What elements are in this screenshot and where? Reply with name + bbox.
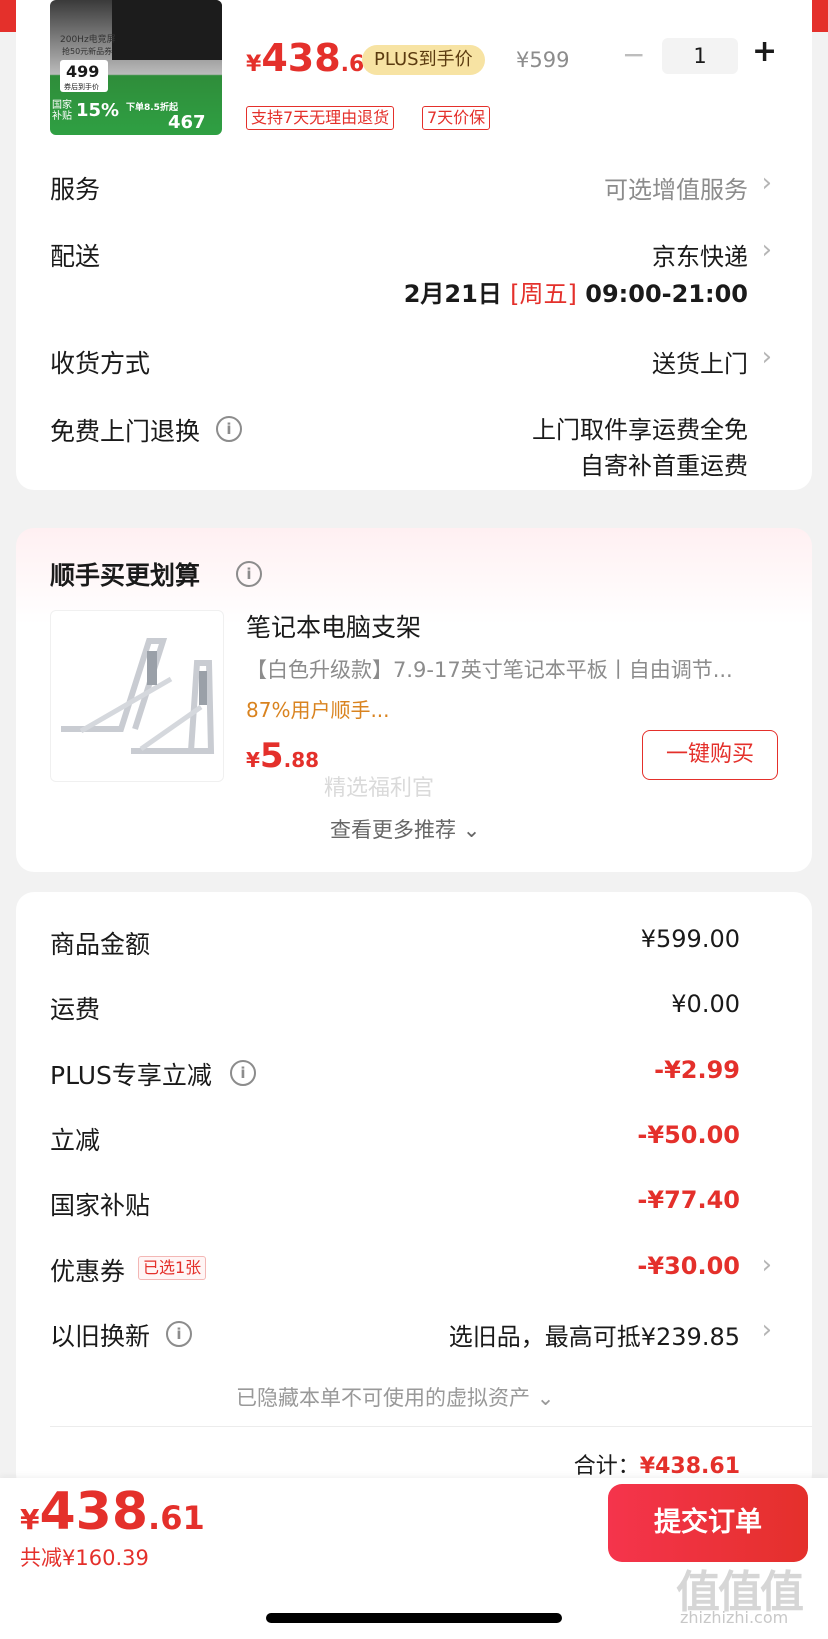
summary-chevron-icon[interactable]: › <box>762 1315 772 1345</box>
summary-row-value: -¥77.40 <box>637 1186 740 1215</box>
delivery-label: 配送 <box>50 242 101 271</box>
footer-saved-amount: 共减¥160.39 <box>20 1546 149 1570</box>
delivery-date: 2月21日 <box>403 280 502 308</box>
product-price: ¥438.61 <box>246 36 380 80</box>
quantity-input[interactable]: 1 <box>662 38 738 74</box>
site-url: zhizhizhi.com <box>680 1608 789 1627</box>
hidden-assets-link[interactable]: 已隐藏本单不可使用的虚拟资产 ⌄ <box>236 1382 554 1412</box>
thumb-price: 499 <box>66 62 100 81</box>
summary-row-label: 商品金额 <box>50 930 151 959</box>
price-currency: ¥ <box>246 52 262 77</box>
summary-row-label: 国家补贴 <box>50 1191 151 1221</box>
plus-price-badge: PLUS到手价 <box>362 45 485 75</box>
bundle-item-price: ¥5.88 <box>246 736 319 776</box>
hidden-assets-chevron-down-icon: ⌄ <box>536 1386 555 1410</box>
thumb-price-box: 499 券后到手价 <box>60 60 108 92</box>
thumb-text-2: 抢50元新品券 <box>62 47 113 56</box>
delivery-time: 2月21日 [周五] 09:00-21:00 <box>404 274 748 309</box>
summary-row-value[interactable]: 选旧品，最高可抵¥239.85 <box>449 1317 740 1352</box>
receive-method-label: 收货方式 <box>50 349 151 378</box>
free-return-info-icon[interactable]: i <box>216 416 242 442</box>
thumb-subsidy-rate: 15% <box>76 100 120 121</box>
free-return-line2: 自寄补首重运费 <box>580 452 748 480</box>
footer-price-decimal: .61 <box>148 1499 205 1537</box>
price-integer: 438 <box>261 36 341 80</box>
original-price: ¥599 <box>516 48 570 72</box>
thumb-price-note: 券后到手价 <box>64 83 99 91</box>
summary-divider <box>50 1426 812 1427</box>
laptop-stand-icon <box>61 638 215 754</box>
chevron-down-icon: ⌄ <box>462 818 481 842</box>
delivery-hours: 09:00-21:00 <box>585 280 748 308</box>
submit-order-button[interactable]: 提交订单 <box>608 1484 808 1562</box>
summary-row-label: PLUS专享立减 <box>50 1060 212 1090</box>
summary-row-label: 立减 <box>50 1125 101 1155</box>
footer-total-price: ¥438.61 <box>20 1482 205 1542</box>
quantity-plus-button[interactable]: + <box>752 34 777 69</box>
tag-price-protection: 7天价保 <box>422 106 491 130</box>
summary-row-value: -¥50.00 <box>637 1120 740 1149</box>
receive-method-value[interactable]: 送货上门 <box>652 344 748 379</box>
summary-row-value: ¥599.00 <box>640 925 740 953</box>
delivery-chevron-icon[interactable]: › <box>762 235 772 265</box>
bundle-price-decimal: .88 <box>283 748 320 772</box>
free-return-line1: 上门取件享运费全免 <box>532 416 748 444</box>
receive-method-chevron-icon[interactable]: › <box>762 342 772 372</box>
bundle-title: 顺手买更划算 <box>50 561 201 590</box>
summary-row-label: 以旧换新 <box>50 1321 151 1351</box>
service-chevron-icon[interactable]: › <box>762 168 772 198</box>
footer-price-integer: 438 <box>39 1482 149 1542</box>
summary-chevron-icon[interactable]: › <box>762 1250 772 1280</box>
coupon-selected-badge: 已选1张 <box>138 1255 207 1280</box>
service-value[interactable]: 可选增值服务 <box>604 170 748 205</box>
summary-row-label: 优惠券 <box>50 1256 126 1286</box>
view-more-recommend-link[interactable]: 查看更多推荐 ⌄ <box>330 814 480 844</box>
thumb-subsidy-label: 国家补贴 <box>52 100 72 122</box>
delivery-weekday: [周五] <box>510 280 577 308</box>
home-indicator <box>266 1613 562 1623</box>
hidden-assets-label: 已隐藏本单不可使用的虚拟资产 <box>236 1386 530 1410</box>
view-more-label: 查看更多推荐 <box>330 818 456 842</box>
summary-row-value: -¥2.99 <box>654 1055 740 1084</box>
summary-row-value: ¥0.00 <box>671 990 740 1019</box>
total-label: 合计： <box>573 1454 640 1479</box>
bundle-item-name[interactable]: 笔记本电脑支架 <box>246 608 421 644</box>
thumb-text-1: 200Hz电竞屏 <box>60 35 116 45</box>
bundle-info-icon[interactable]: i <box>236 561 262 587</box>
product-thumbnail[interactable]: 200Hz电竞屏 抢50元新品券 499 券后到手价 国家补贴 15% 下单8.… <box>50 0 222 135</box>
summary-info-icon[interactable]: i <box>230 1059 256 1086</box>
bundle-item-desc: 【白色升级款】7.9-17英寸笔记本平板丨自由调节... <box>246 658 733 682</box>
footer-currency: ¥ <box>20 1503 40 1536</box>
summary-total: 合计：¥438.61 <box>574 1448 740 1480</box>
one-click-buy-button[interactable]: 一键购买 <box>642 730 778 780</box>
delivery-carrier[interactable]: 京东快递 <box>652 237 748 272</box>
summary-row-value[interactable]: -¥30.00 <box>637 1252 740 1280</box>
thumb-final-price: 467 <box>168 112 206 133</box>
summary-row-label: 运费 <box>50 995 101 1025</box>
service-label: 服务 <box>50 175 101 204</box>
total-value: ¥438.61 <box>639 1454 740 1479</box>
bundle-item-rate: 87%用户顺手... <box>246 698 390 722</box>
bundle-item-image[interactable] <box>50 610 224 782</box>
bundle-price-integer: 5 <box>259 736 284 776</box>
quantity-minus-button[interactable]: − <box>622 38 645 71</box>
bundle-price-currency: ¥ <box>246 748 260 772</box>
tag-no-reason-return: 支持7天无理由退货 <box>246 106 395 130</box>
free-return-label: 免费上门退换 <box>50 417 201 446</box>
watermark-text: 精选福利官 <box>324 776 435 801</box>
summary-info-icon[interactable]: i <box>166 1320 192 1347</box>
monitor-image <box>112 0 222 60</box>
